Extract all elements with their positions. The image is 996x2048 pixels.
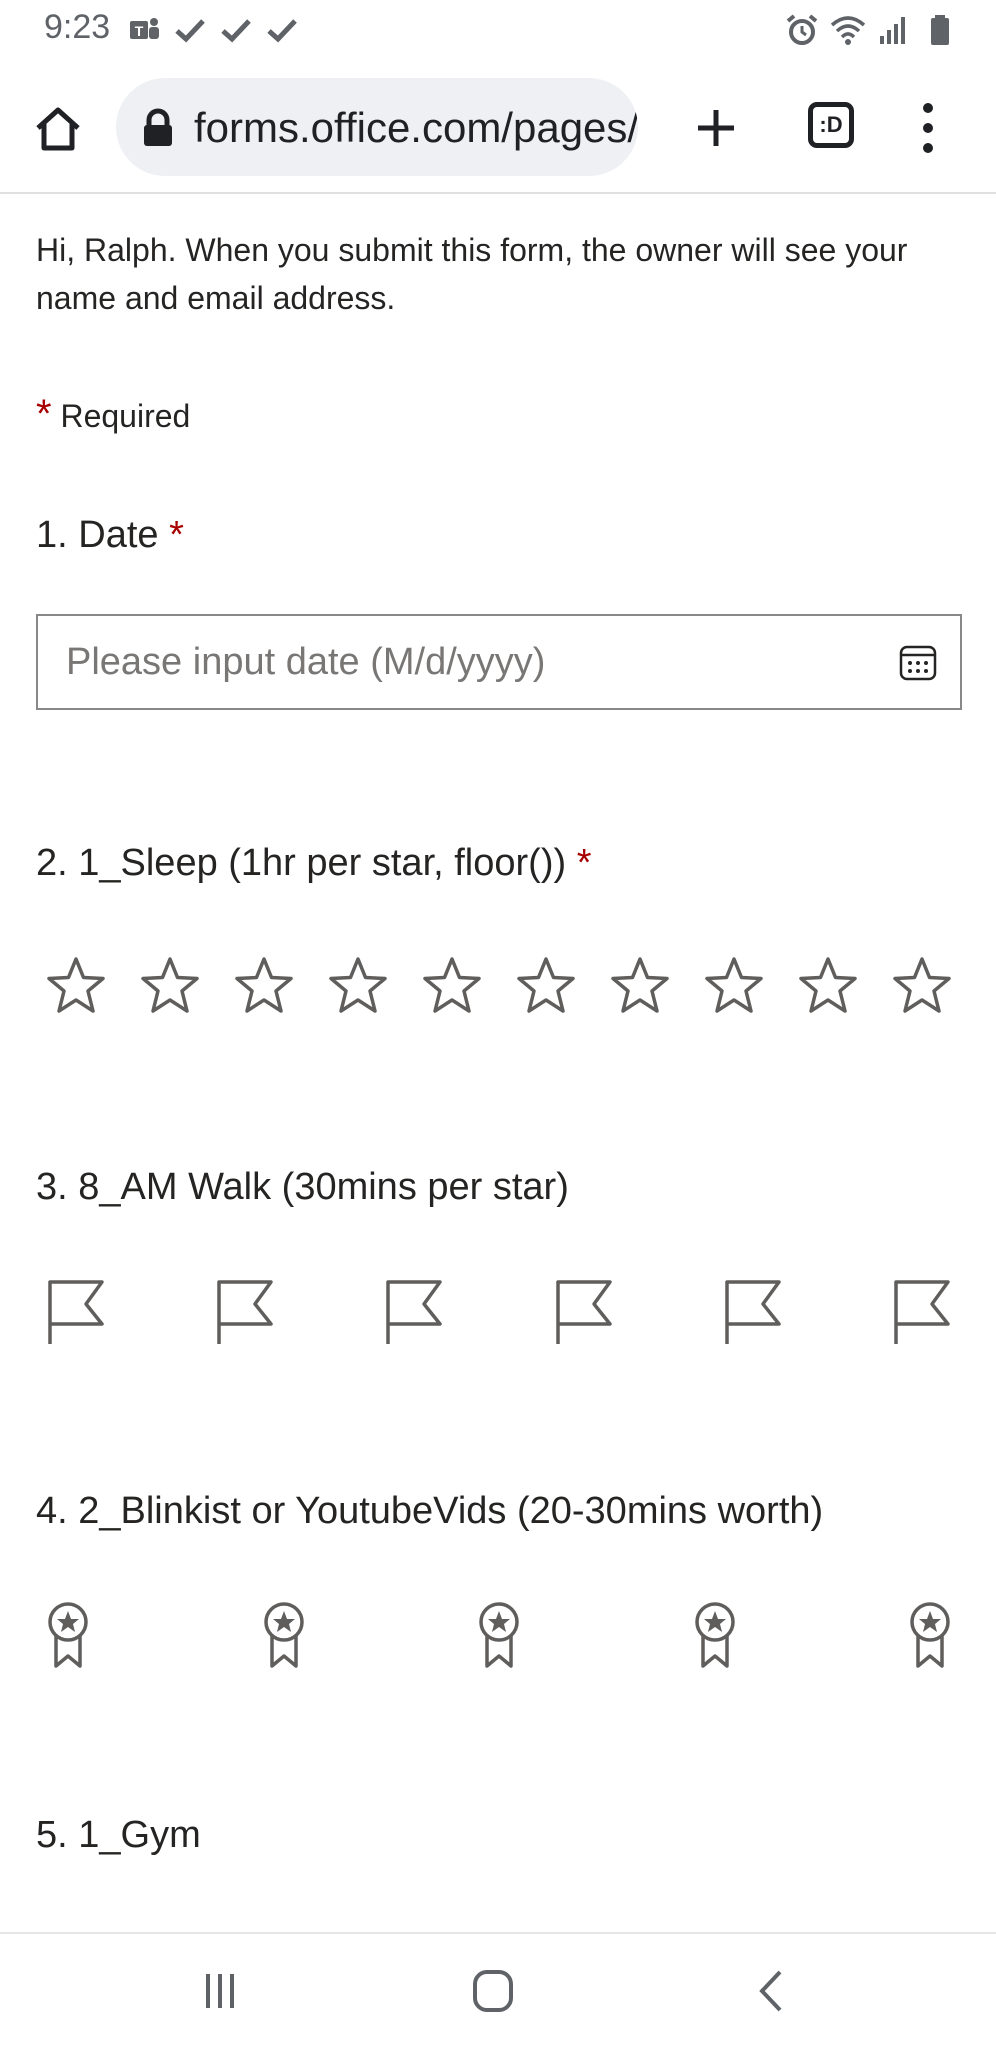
svg-text:T: T — [135, 23, 144, 39]
videos-rating — [36, 1600, 962, 1680]
check-icon — [221, 19, 251, 43]
star-icon[interactable] — [326, 954, 390, 1018]
required-asterisk: * — [36, 392, 52, 436]
form-content: Hi, Ralph. When you submit this form, th… — [0, 196, 996, 1932]
star-icon[interactable] — [44, 954, 108, 1018]
recent-apps-icon[interactable] — [190, 1966, 250, 2016]
battery-icon — [931, 15, 949, 45]
ribbon-icon[interactable] — [260, 1600, 308, 1672]
question-videos: 4. 2_Blinkist or YoutubeVids (20-30mins … — [36, 1490, 823, 1533]
flag-icon[interactable] — [721, 1276, 785, 1348]
star-icon[interactable] — [514, 954, 578, 1018]
walk-rating — [36, 1276, 962, 1356]
ribbon-icon[interactable] — [44, 1600, 92, 1672]
check-icon — [175, 19, 205, 43]
home-icon[interactable] — [32, 102, 84, 154]
android-nav-bar — [0, 1932, 996, 2048]
question-label: 2. 1_Sleep (1hr per star, floor()) — [36, 842, 567, 884]
ribbon-icon[interactable] — [475, 1600, 523, 1672]
required-note: * Required — [36, 392, 190, 437]
plus-icon[interactable] — [692, 104, 740, 152]
star-icon[interactable] — [890, 954, 954, 1018]
system-icons — [784, 12, 958, 48]
date-field[interactable] — [36, 614, 962, 710]
question-sleep: 2. 1_Sleep (1hr per star, floor()) * — [36, 842, 592, 885]
question-date: 1. Date * — [36, 514, 184, 557]
flag-icon[interactable] — [552, 1276, 616, 1348]
question-gym: 5. 1_Gym — [36, 1814, 201, 1857]
question-label: 3. 8_AM Walk (30mins per star) — [36, 1166, 569, 1208]
check-icon — [267, 19, 297, 43]
star-icon[interactable] — [420, 954, 484, 1018]
signal-icon — [880, 17, 905, 44]
back-icon[interactable] — [742, 1966, 802, 2016]
wifi-icon — [830, 16, 866, 45]
calendar-icon[interactable] — [898, 642, 938, 682]
form-intro: Hi, Ralph. When you submit this form, th… — [36, 232, 908, 316]
status-bar: 9:23 T — [0, 0, 996, 64]
home-nav-icon[interactable] — [463, 1966, 523, 2016]
flag-icon[interactable] — [213, 1276, 277, 1348]
alarm-icon — [786, 14, 818, 45]
browser-toolbar: forms.office.com/pages/responsepage.aspx… — [0, 64, 996, 194]
flag-icon[interactable] — [44, 1276, 108, 1348]
required-asterisk: * — [576, 842, 592, 884]
question-label: 4. 2_Blinkist or YoutubeVids (20-30mins … — [36, 1490, 824, 1532]
lock-icon — [144, 108, 172, 146]
status-time: 9:23 — [44, 8, 111, 46]
flag-icon[interactable] — [382, 1276, 446, 1348]
teams-icon: T — [130, 18, 159, 39]
ribbon-icon[interactable] — [906, 1600, 954, 1672]
date-input[interactable] — [66, 616, 886, 708]
star-icon[interactable] — [702, 954, 766, 1018]
sleep-rating — [36, 954, 962, 1034]
question-label: 5. 1_Gym — [36, 1814, 201, 1856]
ribbon-icon[interactable] — [691, 1600, 739, 1672]
more-vert-icon[interactable] — [912, 100, 944, 156]
question-label: 1. Date — [36, 514, 159, 556]
question-am-walk: 3. 8_AM Walk (30mins per star) — [36, 1166, 569, 1209]
url-text: forms.office.com/pages/responsepage.aspx — [194, 104, 638, 151]
star-icon[interactable] — [232, 954, 296, 1018]
flag-icon[interactable] — [890, 1276, 954, 1348]
tabs-button[interactable]: :D — [808, 102, 854, 148]
star-icon[interactable] — [608, 954, 672, 1018]
address-bar[interactable]: forms.office.com/pages/responsepage.aspx — [116, 78, 638, 176]
star-icon[interactable] — [796, 954, 860, 1018]
required-asterisk: * — [169, 514, 184, 556]
notification-icons: T — [126, 12, 300, 48]
required-label: Required — [60, 398, 191, 434]
star-icon[interactable] — [138, 954, 202, 1018]
